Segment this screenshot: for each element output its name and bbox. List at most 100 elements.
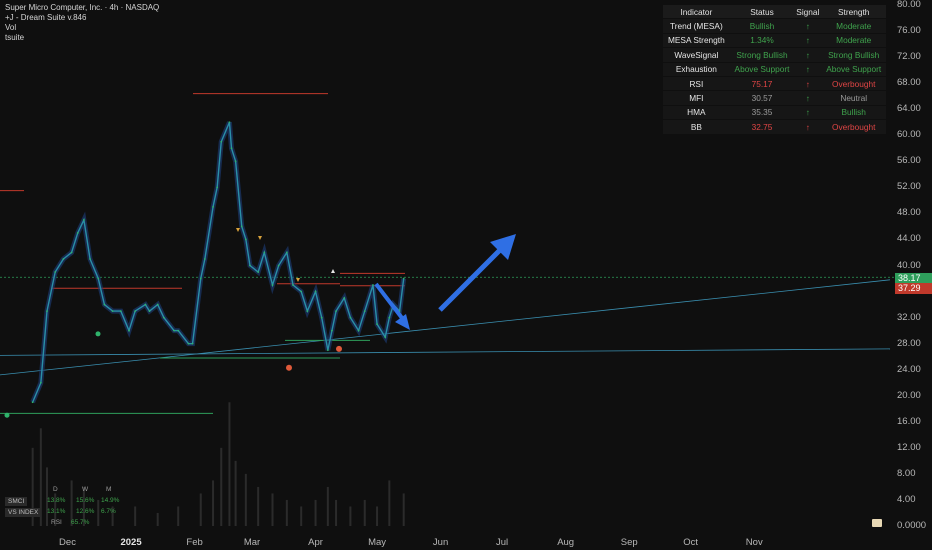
price-point xyxy=(363,310,366,312)
price-point xyxy=(244,238,247,241)
price-point xyxy=(357,329,360,332)
price-point xyxy=(326,349,329,352)
price-point xyxy=(228,121,231,124)
price-point xyxy=(257,271,260,273)
strength-cell: Moderate xyxy=(821,33,886,49)
price-point xyxy=(216,186,219,189)
price-point xyxy=(384,336,387,339)
indicator-name-cell: HMA xyxy=(663,105,730,121)
y-tick-label: 48.00 xyxy=(897,207,921,219)
strength-cell: Bullish xyxy=(821,105,886,121)
volume-bar xyxy=(335,499,338,526)
status-cell: Strong Bullish xyxy=(729,47,795,63)
performance-value: 12.6% xyxy=(76,508,95,515)
y-tick-label: 0.0000 xyxy=(897,520,927,531)
up-projection-arrow xyxy=(438,248,502,312)
x-tick-label: Nov xyxy=(745,537,763,548)
x-tick-label: Dec xyxy=(59,537,76,548)
y-tick-label: 64.00 xyxy=(897,103,921,115)
support-trendline xyxy=(0,348,891,356)
indicator-name-cell: WaveSignal xyxy=(663,47,730,63)
table-header-cell: Indicator xyxy=(663,5,730,20)
signal-marker xyxy=(331,269,335,273)
price-point xyxy=(300,290,303,293)
performance-header: M xyxy=(106,486,112,493)
price-point xyxy=(83,219,85,221)
status-cell: Above Support xyxy=(729,62,795,77)
table-row: Trend (MESA) Bullish ↑ Moderate xyxy=(663,18,886,34)
price-point xyxy=(199,277,202,280)
x-tick-label: Sep xyxy=(620,537,638,548)
price-point xyxy=(388,316,391,319)
x-tick-label: Oct xyxy=(683,537,699,548)
y-tick-label: 68.00 xyxy=(897,77,921,89)
volume-bar xyxy=(257,486,260,526)
table-header-cell: Signal xyxy=(794,5,822,20)
indicator-name-cell: BB xyxy=(663,119,730,135)
table-row: Exhaustion Above Support ↑ Above Support xyxy=(663,62,886,77)
reversal-marker xyxy=(286,364,292,371)
y-tick-label: 80.00 xyxy=(897,0,921,10)
price-point xyxy=(249,264,251,267)
price-point xyxy=(285,251,288,254)
collapse-panel-icon[interactable] xyxy=(872,519,882,527)
price-point xyxy=(62,258,65,260)
indicator-table: Indicator Status Signal Strength Trend (MES… xyxy=(663,5,886,135)
indicator-name[interactable]: +J - Dream Suite v.846 xyxy=(5,13,86,23)
buy-signal-marker xyxy=(4,412,10,418)
price-point xyxy=(271,284,274,286)
y-tick-label: 28.00 xyxy=(897,337,921,349)
price-point xyxy=(292,284,294,286)
performance-value: 14.9% xyxy=(101,497,120,504)
strength-cell: Overbought xyxy=(821,76,886,92)
price-point xyxy=(148,310,151,312)
volume-label[interactable]: Vol xyxy=(5,23,16,33)
price-point xyxy=(76,232,79,234)
y-tick-label: 12.00 xyxy=(897,441,921,453)
volume-bar xyxy=(326,486,329,526)
price-point xyxy=(343,297,346,299)
price-point xyxy=(103,303,106,306)
price-point xyxy=(277,264,280,267)
x-tick-label: Jul xyxy=(496,537,509,548)
price-point xyxy=(320,316,323,319)
volume-bar xyxy=(388,480,391,526)
performance-label: RSI xyxy=(51,519,62,526)
price-point xyxy=(234,160,237,163)
signal-cell: ↑ xyxy=(794,90,822,106)
performance-header: W xyxy=(82,486,89,493)
y-tick-label: 20.00 xyxy=(897,389,921,401)
table-row: HMA 35.35 ↑ Bullish xyxy=(663,105,886,121)
price-point xyxy=(177,329,180,332)
buy-signal-marker xyxy=(95,331,101,337)
volume-bar xyxy=(244,473,247,526)
chart-title: Super Micro Computer, Inc. · 4h · NASDAQ xyxy=(5,3,160,12)
x-tick-label: Feb xyxy=(186,537,203,548)
volume-bar xyxy=(376,506,379,526)
y-tick-label: 4.00 xyxy=(897,493,916,505)
volume-bar xyxy=(314,499,317,526)
price-point xyxy=(54,271,57,273)
performance-value: 6.7% xyxy=(101,508,116,515)
rising-trendline xyxy=(0,279,891,376)
volume-bar xyxy=(349,506,352,526)
sell-signal-marker xyxy=(236,228,240,232)
y-tick-label: 56.00 xyxy=(897,155,921,167)
volume-bar xyxy=(402,493,405,526)
suite-label[interactable]: tsuite xyxy=(5,33,24,43)
signal-cell: ↑ xyxy=(794,105,822,121)
x-tick-label: Mar xyxy=(243,537,261,548)
volume-bar xyxy=(234,460,237,526)
price-point xyxy=(119,310,122,312)
price-point xyxy=(212,205,214,208)
y-tick-label: 16.00 xyxy=(897,415,921,427)
y-tick-label: 60.00 xyxy=(897,129,921,141)
price-point xyxy=(31,401,34,404)
strength-cell: Moderate xyxy=(821,18,886,34)
performance-header: D xyxy=(53,486,58,493)
signal-cell: ↑ xyxy=(794,33,822,49)
volume-bar xyxy=(271,493,274,526)
y-tick-label: 52.00 xyxy=(897,181,921,193)
indicator-name-cell: Trend (MESA) xyxy=(663,18,730,34)
y-tick-label: 76.00 xyxy=(897,25,921,37)
